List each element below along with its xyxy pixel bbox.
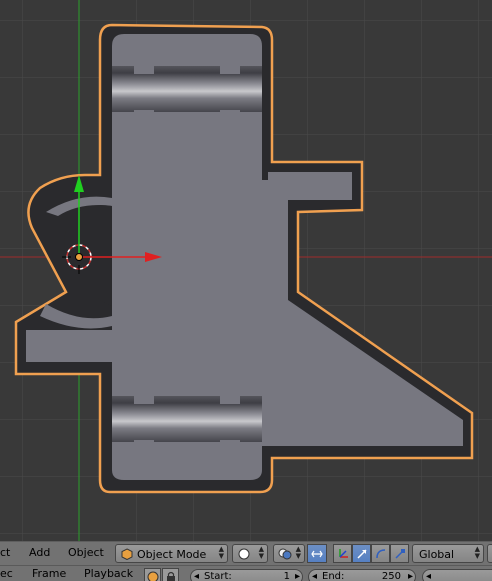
mode-label: Object Mode [137,548,207,561]
transform-orientation-dropdown[interactable]: Global ▲ ▼ [412,544,484,563]
manipulator-toggle[interactable] [333,544,352,563]
snap-icon [311,550,323,558]
layers-button[interactable] [487,544,492,563]
menu-view[interactable]: ct [0,546,10,559]
pivot-point-dropdown[interactable]: ▲ ▼ [273,544,305,563]
updown-icon: ▲ ▼ [218,545,224,560]
rotate-toggle[interactable] [371,544,390,563]
keying-lock-button[interactable] [162,568,179,581]
current-frame-field[interactable]: ◂ [422,569,492,581]
object-origin[interactable] [75,253,83,261]
record-button[interactable] [144,568,161,581]
start-frame-field[interactable]: ◂ Start: 1 ▸ [190,569,303,581]
right-arrow-icon: ▸ [407,571,413,581]
viewport-shading-icon [238,548,250,560]
right-arrow-icon: ▸ [294,571,300,581]
scale-toggle[interactable] [390,544,409,563]
end-label: End: [322,571,345,581]
rotate-icon [376,549,386,559]
start-value: 1 [283,571,290,581]
updown-icon: ▲ ▼ [295,545,301,560]
viewport-canvas[interactable] [0,0,492,541]
menu-add[interactable]: Add [29,546,50,559]
keying-lock-icon [167,571,175,581]
translate-icon [357,549,367,559]
orientation-label: Global [419,548,455,561]
viewport-shading-dropdown[interactable]: ▲ ▼ [232,544,268,563]
start-label: Start: [204,571,232,581]
viewport-header: ct Add Object Object Mode ▲ ▼ ▲ ▼ ▲ ▼ Gl… [0,541,492,565]
menu-view[interactable]: ec [0,567,13,580]
translate-toggle[interactable] [352,544,371,563]
menu-playback[interactable]: Playback [84,567,133,580]
snap-toggle[interactable] [307,544,327,563]
timeline-header: ec Frame Playback ◂ Start: 1 ▸ ◂ End: 25… [0,565,492,581]
menu-object[interactable]: Object [68,546,104,559]
updown-icon: ▲ ▼ [258,545,264,560]
3d-viewport[interactable] [0,0,492,541]
manipulator-icon [339,549,348,558]
left-arrow-icon: ◂ [194,571,200,581]
left-arrow-icon: ◂ [312,571,318,581]
record-icon [147,571,159,581]
scale-icon [395,549,405,559]
object-mode-icon [121,548,133,560]
menu-frame[interactable]: Frame [32,567,66,580]
end-value: 250 [381,571,401,581]
left-arrow-icon: ◂ [426,571,432,581]
pivot-point-icon [278,548,292,560]
end-frame-field[interactable]: ◂ End: 250 ▸ [308,569,416,581]
mode-dropdown[interactable]: Object Mode ▲ ▼ [115,544,228,563]
updown-icon: ▲ ▼ [474,545,480,560]
